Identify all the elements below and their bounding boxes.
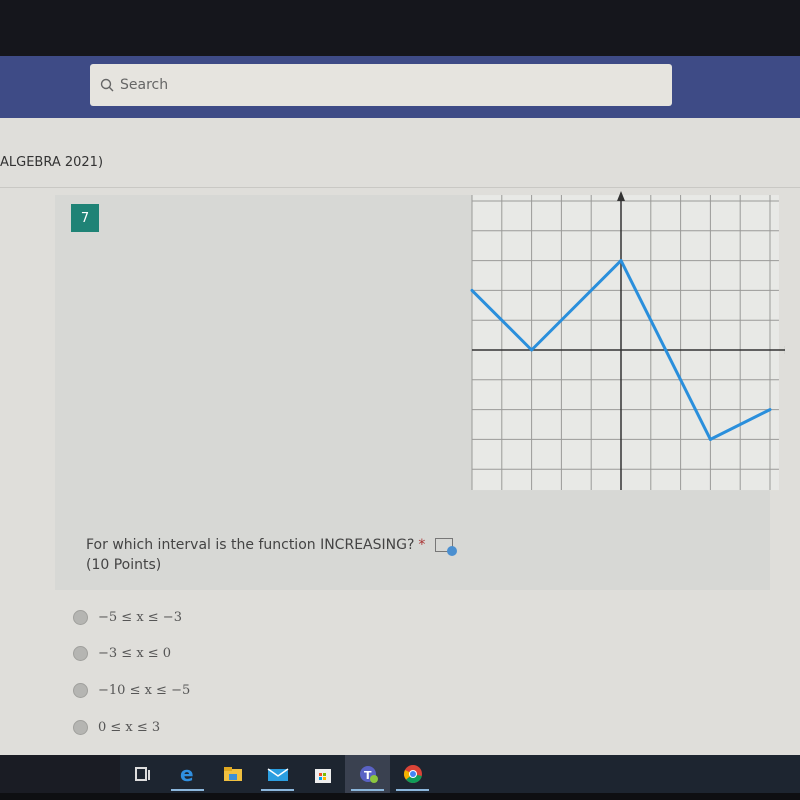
radio-button[interactable]	[73, 610, 88, 625]
search-icon	[100, 78, 114, 92]
edge-icon[interactable]: e	[165, 755, 210, 793]
question-points: (10 Points)	[86, 557, 162, 573]
option-4[interactable]: 0 ≤ x ≤ 3	[73, 720, 160, 735]
file-explorer-icon[interactable]	[210, 755, 255, 793]
question-number: 7	[71, 204, 99, 232]
screen-bezel	[0, 0, 800, 60]
radio-button[interactable]	[73, 646, 88, 661]
option-label: 0 ≤ x ≤ 3	[98, 720, 161, 735]
function-graph	[470, 191, 785, 491]
graph-background	[472, 195, 779, 491]
immersive-reader-icon[interactable]	[435, 538, 458, 556]
task-view-icon[interactable]	[120, 755, 165, 793]
question-text: For which interval is the function INCRE…	[86, 537, 415, 553]
option-label: −10 ≤ x ≤ −5	[98, 683, 191, 698]
search-placeholder: Search	[120, 77, 169, 93]
taskbar: e T	[120, 755, 800, 793]
option-label: −3 ≤ x ≤ 0	[98, 646, 172, 661]
chrome-icon[interactable]	[390, 755, 435, 793]
store-icon[interactable]	[300, 755, 345, 793]
teams-icon[interactable]: T	[345, 755, 390, 793]
question-text-block: For which interval is the function INCRE…	[86, 535, 458, 575]
svg-text:e: e	[180, 764, 194, 784]
search-input[interactable]: Search	[90, 64, 672, 106]
mail-icon[interactable]	[255, 755, 300, 793]
screen-bezel-bottom	[0, 793, 800, 800]
option-3[interactable]: −10 ≤ x ≤ −5	[73, 683, 190, 698]
option-2[interactable]: −3 ≤ x ≤ 0	[73, 646, 171, 661]
required-mark: *	[418, 537, 426, 553]
radio-button[interactable]	[73, 720, 88, 735]
option-label: −5 ≤ x ≤ −3	[98, 610, 182, 625]
option-1[interactable]: −5 ≤ x ≤ −3	[73, 610, 182, 625]
divider	[0, 187, 800, 188]
form-title: ALGEBRA 2021)	[0, 155, 104, 170]
radio-button[interactable]	[73, 683, 88, 698]
